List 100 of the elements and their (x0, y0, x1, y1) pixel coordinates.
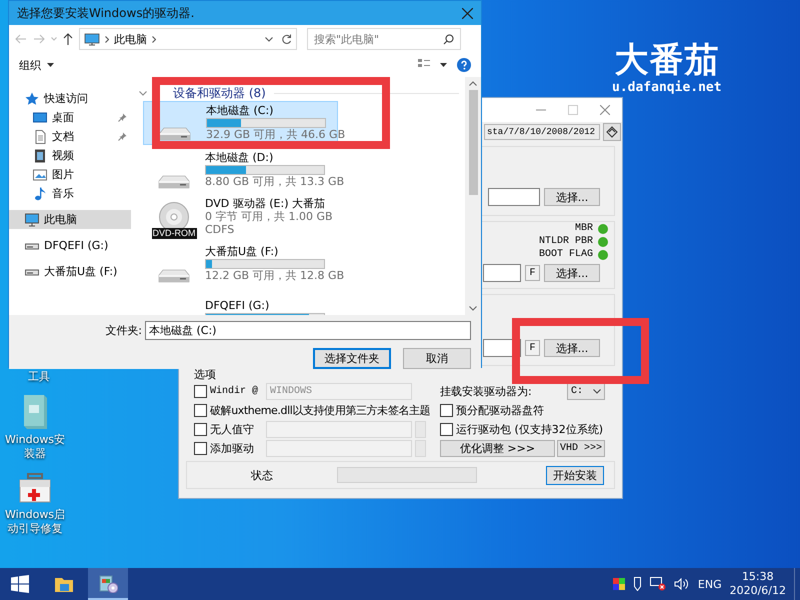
search-placeholder: 搜索"此电脑" (314, 32, 380, 46)
disk-button[interactable] (603, 123, 621, 141)
document-icon (33, 130, 47, 144)
checkbox[interactable] (194, 385, 207, 398)
path-field[interactable] (488, 188, 540, 206)
folder-field[interactable]: 本地磁盘 (C:) (145, 321, 471, 340)
status-label: BOOT FLAG (538, 249, 593, 260)
drive-name: 本地磁盘 (C:) (206, 105, 274, 117)
chevron-down-icon[interactable] (469, 306, 477, 311)
volume-icon[interactable] (674, 578, 690, 590)
file-field[interactable] (266, 421, 412, 438)
version-field[interactable]: sta/7/8/10/2008/2012 (484, 124, 600, 140)
windows-icon (11, 575, 29, 593)
chevron-up-icon[interactable] (469, 81, 477, 86)
monitor-icon (84, 32, 100, 46)
status-label: NTLDR PBR (538, 236, 593, 247)
drive-name: DFQEFI (G:) (205, 300, 270, 312)
nav-item[interactable]: 音乐 (9, 184, 131, 203)
checkbox[interactable] (440, 404, 453, 417)
chevron-right-icon (105, 36, 109, 42)
tune-button[interactable]: 优化调整 >>> (440, 440, 555, 457)
checkbox-label: Windir @ (210, 386, 260, 397)
checkbox-label: 破解uxtheme.dll以支持使用第三方未签名主题 (210, 403, 430, 418)
nav-item[interactable]: DFQEFI (G:) (9, 236, 131, 255)
nav-item[interactable]: 此电脑 (9, 210, 131, 229)
film-icon (33, 148, 47, 162)
drive-detail: 32.9 GB 可用，共 46.6 GB (206, 129, 346, 141)
dropdown-value: C: (571, 386, 584, 397)
checkbox[interactable] (194, 404, 207, 417)
dialog-button[interactable]: 选择文件夹 (313, 348, 391, 369)
up-icon[interactable] (63, 33, 73, 45)
language-indicator[interactable]: ENG (698, 578, 722, 590)
caret-icon[interactable] (440, 63, 447, 67)
drive-name: DVD 驱动器 (E:) 大番茄 (205, 198, 326, 210)
checkbox[interactable] (194, 442, 207, 455)
checkbox-label: 运行驱动包 (仅支持32位系统) (456, 422, 604, 437)
nav-item[interactable]: 快速访问 (9, 89, 131, 108)
drive-dropdown[interactable]: C: (567, 383, 605, 400)
chevron-down-icon (593, 389, 601, 394)
search-field[interactable]: 搜索"此电脑" (307, 28, 461, 50)
drive-detail: 12.2 GB 可用，共 12.8 GB (205, 270, 344, 282)
dialog-button[interactable]: 取消 (403, 348, 471, 369)
status-label: 状态 (251, 468, 274, 482)
field-label: 挂载安装驱动器为: (440, 384, 532, 399)
close-icon[interactable] (462, 8, 473, 18)
file-field[interactable] (266, 440, 412, 457)
drive-name: 大番茄U盘 (F:) (205, 246, 280, 258)
note-icon (33, 186, 47, 200)
group-header[interactable]: 设备和驱动器 (8) (173, 86, 266, 100)
format-button[interactable]: F (525, 265, 540, 281)
checkbox[interactable] (194, 423, 207, 436)
vhd-button[interactable]: VHD >>> (557, 440, 605, 457)
nav-item[interactable]: 视频 (9, 146, 131, 165)
nav-item[interactable]: 桌面 (9, 108, 131, 127)
logo-text: 大番茄 (614, 40, 720, 80)
clock-time[interactable]: 15:38 (742, 570, 774, 584)
organize-menu[interactable]: 组织 (19, 58, 54, 72)
scroll-thumb[interactable] (468, 90, 478, 195)
drive-item[interactable]: DVD-ROM DVD 驱动器 (E:) 大番茄 0 字节 可用，共 1.00 GB CDFS (143, 195, 338, 239)
breadcrumb[interactable]: 此电脑 (114, 32, 147, 46)
site-url: u.dafanqie.net (612, 80, 722, 96)
usb-icon[interactable] (632, 577, 642, 591)
group-label: 选项 (194, 368, 217, 382)
search-icon (443, 34, 454, 44)
install-button[interactable]: 开始安装 (546, 466, 604, 484)
chevron-down-icon[interactable] (139, 90, 147, 96)
color-icon[interactable] (612, 578, 625, 590)
path-field[interactable] (483, 264, 521, 282)
taskbar-app[interactable] (88, 568, 128, 600)
chevron-down-icon[interactable] (265, 36, 273, 42)
status-label: MBR (574, 223, 593, 234)
installer-icon (98, 573, 118, 593)
caret-icon (47, 63, 54, 67)
address-bar[interactable]: 此电脑 (79, 28, 297, 50)
network-error-icon[interactable] (650, 577, 666, 591)
window-title: 选择您要安装Windows的驱动器. (17, 4, 194, 22)
desktop-icon (33, 110, 47, 124)
select-button[interactable]: 选择... (544, 339, 600, 357)
monitor-icon (25, 212, 39, 226)
chevron-right-icon (152, 36, 156, 42)
picture-icon (33, 168, 47, 182)
close-icon[interactable] (600, 105, 610, 115)
nav-item[interactable]: 图片 (9, 165, 131, 184)
nav-item[interactable]: 文档 (9, 127, 131, 146)
help-icon[interactable] (457, 58, 471, 72)
refresh-icon[interactable] (281, 34, 292, 44)
clock-date[interactable]: 2020/6/12 (730, 584, 786, 598)
star-icon (25, 92, 39, 106)
format-button[interactable]: F (525, 340, 540, 356)
nav-item[interactable]: 大番茄U盘 (F:) (9, 262, 131, 281)
file-system: CDFS (205, 224, 236, 236)
checkbox-label: 添加驱动 (210, 441, 255, 456)
checkbox-label: 无人值守 (210, 422, 255, 437)
select-button[interactable]: 选择... (544, 264, 600, 282)
scrollbar[interactable] (465, 77, 481, 315)
field-label: 文件夹: (105, 323, 142, 338)
select-button[interactable]: 选择... (544, 188, 600, 206)
checkbox-label: 预分配驱动器盘符 (456, 403, 544, 418)
checkbox[interactable] (440, 423, 453, 436)
drive-detail: 0 字节 可用，共 1.00 GB (205, 211, 333, 223)
